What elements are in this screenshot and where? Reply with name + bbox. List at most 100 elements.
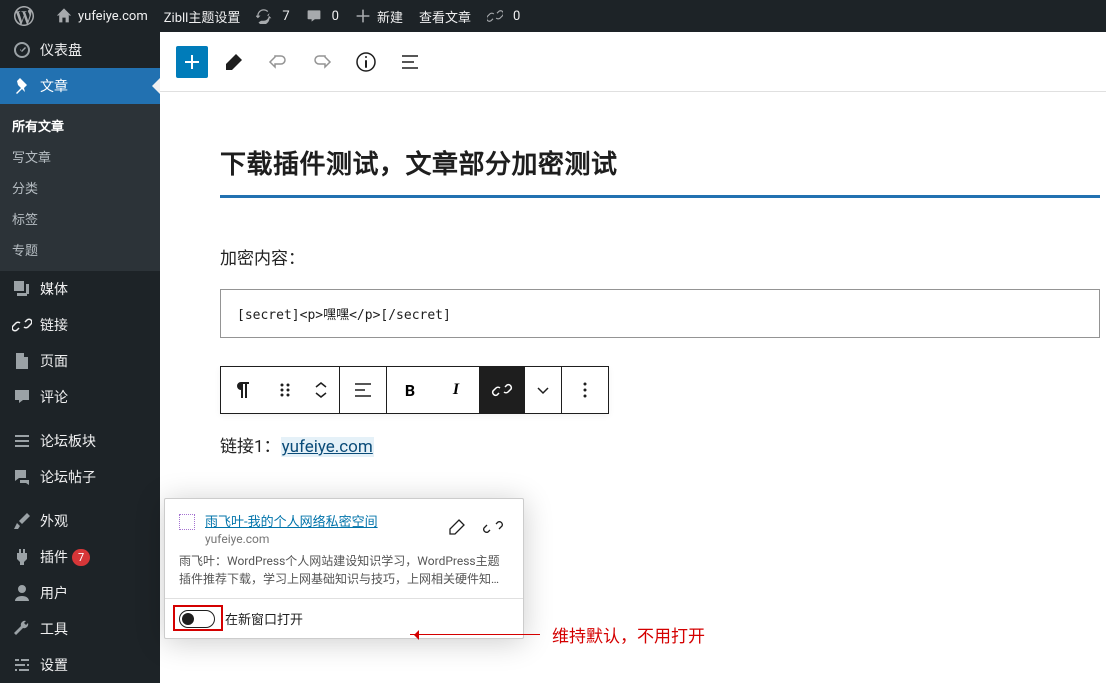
pencil-icon — [447, 517, 467, 537]
link-preview-description: 雨飞叶：WordPress个人网站建设知识学习，WordPress主题插件推荐下… — [165, 552, 523, 598]
submenu-new-post[interactable]: 写文章 — [0, 141, 160, 172]
bold-button[interactable]: B — [387, 367, 433, 413]
add-block-button[interactable] — [176, 46, 208, 78]
more-vertical-icon — [573, 378, 597, 402]
menu-appearance[interactable]: 外观 — [0, 503, 160, 539]
annotation: 维持默认，不用打开 — [410, 622, 705, 647]
comments-count: 0 — [332, 9, 339, 24]
unlink-button[interactable] — [477, 511, 509, 543]
media-icon — [12, 279, 32, 299]
link-preview-title[interactable]: 雨飞叶-我的个人网络私密空间 — [205, 511, 441, 530]
pin-icon — [12, 76, 32, 96]
link-button[interactable] — [479, 367, 525, 413]
menu-comments[interactable]: 评论 — [0, 379, 160, 415]
comment-icon — [306, 8, 322, 24]
links-icon — [12, 315, 32, 335]
submenu-tags[interactable]: 标签 — [0, 203, 160, 234]
submenu-posts: 所有文章 写文章 分类 标签 专题 — [0, 104, 160, 271]
redo-button[interactable] — [304, 44, 340, 80]
theme-settings-link[interactable]: Zibll主题设置 — [156, 0, 249, 32]
link-icon — [483, 517, 503, 537]
wordpress-icon — [14, 6, 34, 26]
paragraph-icon — [232, 378, 256, 402]
inserted-link[interactable]: yufeiye.com — [281, 437, 374, 457]
editor-content: 下载插件测试，文章部分加密测试 加密内容： [secret]<p>嘿嘿</p>[… — [160, 92, 1106, 457]
wrench-icon — [12, 619, 32, 639]
drag-icon — [273, 378, 297, 402]
editor-top-toolbar — [160, 32, 1106, 92]
italic-button[interactable]: I — [433, 367, 479, 413]
link-icon — [487, 8, 503, 24]
menu-media[interactable]: 媒体 — [0, 271, 160, 307]
comments-link[interactable]: 0 — [298, 0, 347, 32]
menu-users[interactable]: 用户 — [0, 575, 160, 611]
broken-links-link[interactable]: 0 — [479, 0, 528, 32]
open-new-window-toggle[interactable] — [179, 610, 215, 628]
code-block[interactable]: [secret]<p>嘿嘿</p>[/secret] — [220, 289, 1100, 338]
menu-posts[interactable]: 文章 — [0, 68, 160, 104]
submenu-categories[interactable]: 分类 — [0, 172, 160, 203]
plugins-update-badge: 7 — [72, 549, 90, 566]
menu-forum-sections[interactable]: 论坛板块 — [0, 423, 160, 459]
chevrons-icon — [311, 378, 331, 402]
drag-handle[interactable] — [267, 367, 303, 413]
admin-bar: yufeiye.com Zibll主题设置 7 0 新建 查看文章 0 — [0, 0, 1106, 32]
wordpress-logo[interactable] — [6, 0, 48, 32]
view-posts-link[interactable]: 查看文章 — [411, 0, 479, 32]
annotation-text: 维持默认，不用打开 — [552, 622, 705, 647]
user-icon — [12, 583, 32, 603]
more-options-button[interactable] — [562, 367, 608, 413]
menu-settings[interactable]: 设置 — [0, 647, 160, 683]
edit-link-button[interactable] — [441, 511, 473, 543]
links-count: 0 — [513, 9, 520, 24]
admin-sidebar: 仪表盘 文章 所有文章 写文章 分类 标签 专题 媒体 链接 页面 评论 论坛板… — [0, 32, 160, 683]
link-label: 链接1： — [220, 437, 281, 457]
plus-icon — [180, 50, 204, 74]
more-formatting-button[interactable] — [525, 367, 561, 413]
updates-link[interactable]: 7 — [248, 0, 297, 32]
link-preview-url: yufeiye.com — [205, 532, 441, 546]
pages-icon — [12, 351, 32, 371]
link-popover: 雨飞叶-我的个人网络私密空间 yufeiye.com 雨飞叶：WordPress… — [164, 498, 524, 639]
open-new-window-label: 在新窗口打开 — [225, 609, 303, 628]
block-toolbar: B I — [220, 366, 609, 414]
menu-dashboard[interactable]: 仪表盘 — [0, 32, 160, 68]
submenu-all-posts[interactable]: 所有文章 — [0, 110, 160, 141]
list-icon — [12, 431, 32, 451]
menu-forum-posts[interactable]: 论坛帖子 — [0, 459, 160, 495]
updates-count: 7 — [282, 9, 289, 24]
menu-pages[interactable]: 页面 — [0, 343, 160, 379]
move-buttons[interactable] — [303, 367, 339, 413]
brush-icon — [12, 511, 32, 531]
plugin-icon — [12, 547, 32, 567]
edit-mode-button[interactable] — [216, 44, 252, 80]
new-content-link[interactable]: 新建 — [347, 0, 411, 32]
document-info-button[interactable] — [348, 44, 384, 80]
align-icon — [351, 378, 375, 402]
redo-icon — [310, 50, 334, 74]
menu-tools[interactable]: 工具 — [0, 611, 160, 647]
align-button[interactable] — [340, 367, 386, 413]
site-favicon — [179, 514, 195, 530]
outline-icon — [398, 50, 422, 74]
menu-links[interactable]: 链接 — [0, 307, 160, 343]
submenu-topics[interactable]: 专题 — [0, 234, 160, 265]
info-icon — [354, 50, 378, 74]
link-icon — [490, 378, 514, 402]
dashboard-icon — [12, 40, 32, 60]
update-icon — [256, 8, 272, 24]
link-paragraph[interactable]: 链接1：yufeiye.com — [220, 432, 1100, 457]
home-icon — [56, 8, 72, 24]
comments-icon — [12, 387, 32, 407]
site-name-text: yufeiye.com — [78, 9, 148, 24]
plus-icon — [355, 8, 371, 24]
chat-icon — [12, 467, 32, 487]
paragraph-type-button[interactable] — [221, 367, 267, 413]
outline-button[interactable] — [392, 44, 428, 80]
site-name-link[interactable]: yufeiye.com — [48, 0, 156, 32]
annotation-arrow-line — [410, 634, 540, 635]
menu-plugins[interactable]: 插件 7 — [0, 539, 160, 575]
post-title[interactable]: 下载插件测试，文章部分加密测试 — [220, 132, 1100, 198]
undo-button[interactable] — [260, 44, 296, 80]
encrypted-section-label[interactable]: 加密内容： — [220, 244, 1100, 269]
